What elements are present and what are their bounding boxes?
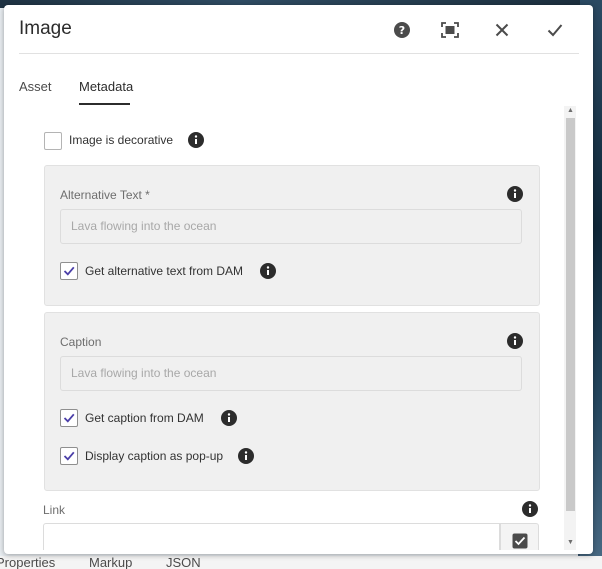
info-icon[interactable] <box>522 501 538 517</box>
alt-text-from-dam-label: Get alternative text from DAM <box>85 264 244 278</box>
done-button[interactable] <box>543 18 567 42</box>
svg-text:?: ? <box>399 24 405 37</box>
close-icon <box>495 23 509 37</box>
scroll-up-arrow-icon[interactable]: ▲ <box>566 106 575 116</box>
help-button[interactable]: ? <box>390 18 414 42</box>
header-divider <box>19 53 579 54</box>
close-button[interactable] <box>490 18 514 42</box>
bg-tab-json[interactable]: JSON <box>166 556 201 569</box>
caption-from-dam-checkbox[interactable] <box>60 409 78 427</box>
caption-label: Caption <box>60 335 102 349</box>
info-icon[interactable] <box>260 263 276 279</box>
dialog-title: Image <box>19 18 72 39</box>
link-picker-button[interactable] <box>500 523 539 550</box>
metadata-panel: Image is decorative Alternative Text * L… <box>28 105 574 550</box>
fullscreen-button[interactable] <box>438 18 462 42</box>
bg-tab-markup[interactable]: Markup <box>89 556 132 569</box>
decorative-checkbox[interactable] <box>44 132 62 150</box>
background-tab-bar: Properties Markup JSON <box>0 556 602 569</box>
info-icon[interactable] <box>507 333 523 349</box>
scrollbar[interactable]: ▲ ▼ <box>564 106 576 550</box>
info-icon[interactable] <box>238 448 254 464</box>
checkmark-icon <box>63 266 75 276</box>
dialog-header: Image ? <box>4 5 593 54</box>
alt-text-label: Alternative Text * <box>60 188 150 202</box>
checkmark-icon <box>547 24 563 37</box>
caption-input[interactable]: Lava flowing into the ocean <box>60 356 522 391</box>
scroll-thumb[interactable] <box>566 118 575 511</box>
checkmark-icon <box>63 451 75 461</box>
link-label: Link <box>43 503 66 517</box>
bg-tab-properties[interactable]: Properties <box>0 556 55 569</box>
scroll-down-arrow-icon[interactable]: ▼ <box>566 538 575 548</box>
caption-popup-label: Display caption as pop-up <box>85 449 224 463</box>
help-icon: ? <box>394 22 410 38</box>
alt-text-section: Alternative Text * Lava flowing into the… <box>44 165 540 306</box>
decorative-label: Image is decorative <box>69 133 174 147</box>
info-icon[interactable] <box>188 132 204 148</box>
info-icon[interactable] <box>221 410 237 426</box>
link-input[interactable] <box>43 523 500 550</box>
tab-asset[interactable]: Asset <box>19 79 52 94</box>
tab-metadata[interactable]: Metadata <box>79 79 133 94</box>
caption-from-dam-label: Get caption from DAM <box>85 411 204 425</box>
alt-text-input[interactable]: Lava flowing into the ocean <box>60 209 522 244</box>
checkbox-select-icon <box>512 533 527 549</box>
caption-section: Caption Lava flowing into the ocean Get … <box>44 312 540 491</box>
caption-popup-checkbox[interactable] <box>60 447 78 465</box>
alt-text-from-dam-checkbox[interactable] <box>60 262 78 280</box>
info-icon[interactable] <box>507 186 523 202</box>
image-dialog: Image ? Asset Metadata Image is decorati… <box>4 5 593 554</box>
fullscreen-icon <box>441 22 459 38</box>
checkmark-icon <box>63 413 75 423</box>
